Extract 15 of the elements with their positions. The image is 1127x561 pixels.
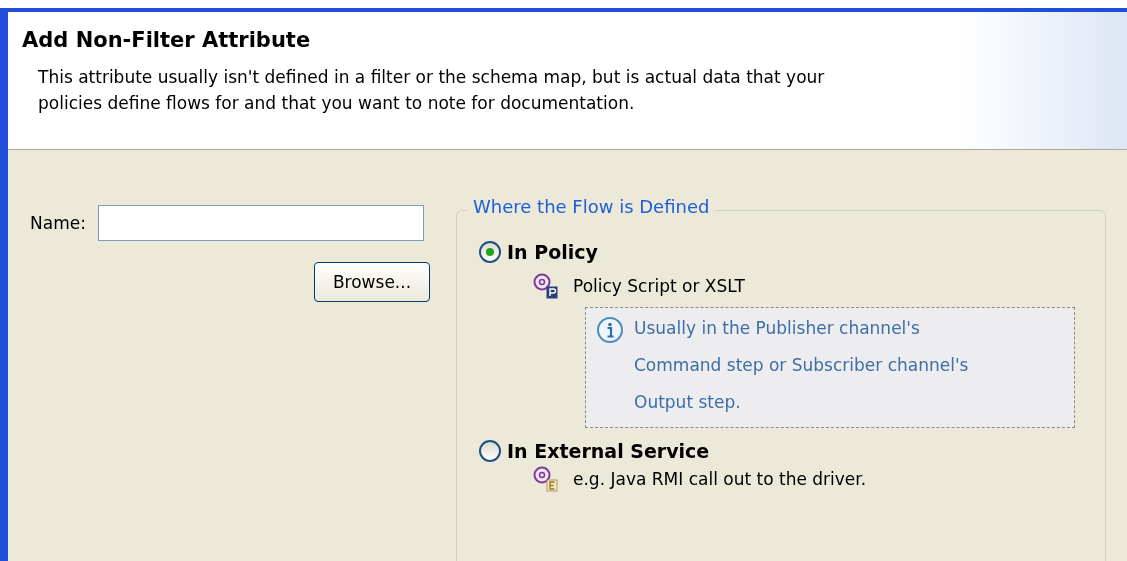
radio-label[interactable]: In Policy (507, 241, 598, 263)
radio-label[interactable]: In External Service (507, 440, 710, 462)
name-label: Name: (30, 213, 86, 233)
radio-button[interactable] (479, 241, 501, 263)
attribute-icon (533, 466, 559, 492)
dialog-description: This attribute usually isn't defined in a filter or the schema map, but is actual data that your policies define flows for and that you want to note for documentation. (38, 66, 826, 115)
info-note-text: Usually in the Publisher channel's Command step or Subscriber channel's Output step. (634, 317, 970, 414)
info-icon (596, 316, 624, 344)
detail-text: Policy Script or XSLT (573, 276, 745, 296)
browse-button[interactable]: Browse... (314, 262, 430, 302)
detail-text: e.g. Java RMI call out to the driver. (573, 469, 867, 489)
radio-button[interactable] (479, 440, 501, 462)
attribute-icon (533, 273, 559, 299)
dialog-title: Add Non-Filter Attribute (22, 28, 312, 52)
name-field[interactable] (97, 205, 424, 241)
